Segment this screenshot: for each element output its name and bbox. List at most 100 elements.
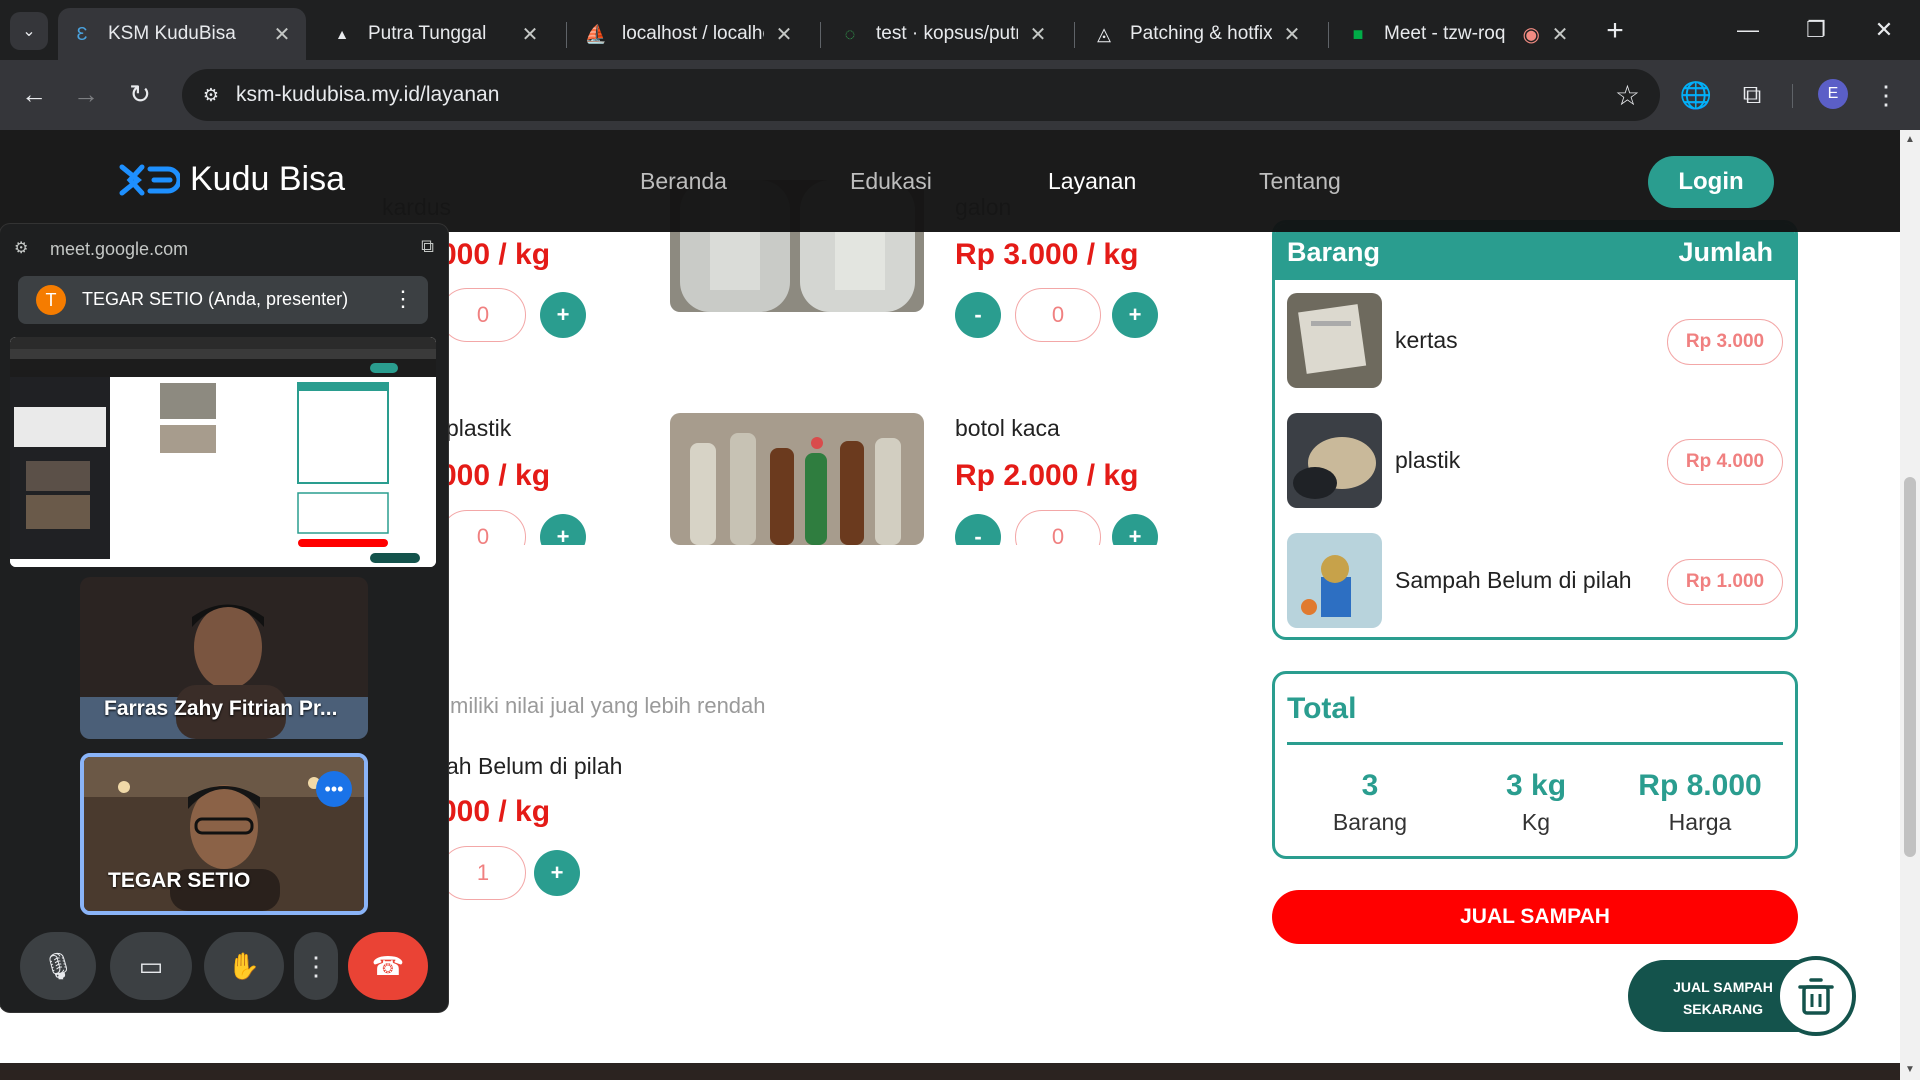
avatar: T xyxy=(36,285,66,315)
drop-favicon-icon: ◬ xyxy=(1097,23,1111,44)
cart-item-image xyxy=(1287,413,1382,508)
cart-item-price: Rp 4.000 xyxy=(1667,439,1783,485)
quantity-value[interactable]: 0 xyxy=(1015,288,1101,342)
tab-meet[interactable]: ■ Meet - tzw-roq ◉ ✕ xyxy=(1334,8,1584,60)
leave-call-button[interactable]: ☎ xyxy=(348,932,428,1000)
back-button[interactable]: ← xyxy=(14,74,54,114)
quantity-stepper: 1 + xyxy=(440,846,590,900)
toolbar-separator xyxy=(1792,84,1793,108)
total-title: Total xyxy=(1287,692,1357,725)
tab-separator xyxy=(1074,22,1075,48)
reload-button[interactable]: ↻ xyxy=(120,74,160,114)
tab-separator xyxy=(1328,22,1329,48)
sell-waste-button[interactable]: JUAL SAMPAH xyxy=(1272,890,1798,944)
camera-icon: ▭ xyxy=(138,950,164,981)
footer-edge xyxy=(0,1063,1900,1080)
profile-avatar[interactable]: E xyxy=(1818,79,1848,109)
forward-button[interactable]: → xyxy=(66,74,106,114)
quantity-value[interactable]: 0 xyxy=(440,288,526,342)
cart-item: Sampah Belum di pilah Rp 1.000 xyxy=(1287,533,1787,629)
more-options-icon[interactable]: ••• xyxy=(316,771,352,807)
site-settings-icon[interactable]: ⚙ xyxy=(198,82,224,108)
microphone-button[interactable]: 🎙 xyxy=(20,932,96,1000)
pip-titlebar: ⚙ meet.google.com ⧉ xyxy=(14,236,434,260)
extensions-icon[interactable]: ⧉ xyxy=(1732,75,1772,115)
quantity-stepper: 0 + xyxy=(440,288,590,342)
nav-tentang[interactable]: Tentang xyxy=(1259,168,1341,195)
product-price: 000 / kg xyxy=(440,238,551,271)
site-logo[interactable]: Kudu Bisa xyxy=(118,160,345,199)
restore-button[interactable]: ❐ xyxy=(1790,10,1842,50)
cart-item-image xyxy=(1287,293,1382,388)
quantity-value[interactable]: 1 xyxy=(440,846,526,900)
close-window-button[interactable]: ✕ xyxy=(1858,10,1910,50)
recording-icon: ◉ xyxy=(1522,23,1540,46)
kudubisa-favicon-icon: Ɛ xyxy=(76,23,88,44)
raise-hand-button[interactable]: ✋ xyxy=(204,932,284,1000)
participant-tile-self[interactable]: ••• TEGAR SETIO xyxy=(80,753,368,915)
vercel-favicon-icon: ▲ xyxy=(335,26,349,42)
decrement-button[interactable]: - xyxy=(955,292,1001,338)
more-vert-icon: ⋮ xyxy=(303,950,329,981)
sell-now-floating-button[interactable]: JUAL SAMPAH SEKARANG xyxy=(1628,956,1856,1036)
close-icon[interactable]: ✕ xyxy=(1548,22,1572,47)
tab-separator xyxy=(566,22,567,48)
product-price: 000 / kg xyxy=(440,795,551,828)
increment-button[interactable]: + xyxy=(1112,292,1158,338)
more-options-icon[interactable]: ⋮ xyxy=(392,286,414,312)
site-settings-icon[interactable]: ⚙ xyxy=(14,238,36,260)
increment-button[interactable]: + xyxy=(534,850,580,896)
back-to-tab-icon[interactable]: ⧉ xyxy=(421,236,434,257)
address-bar[interactable]: ⚙ ksm-kudubisa.my.id/layanan ☆ xyxy=(182,69,1660,121)
menu-kebab-icon[interactable]: ⋮ xyxy=(1866,75,1906,115)
cart-item: plastik Rp 4.000 xyxy=(1287,413,1787,509)
close-icon[interactable]: ✕ xyxy=(518,22,542,47)
divider xyxy=(1287,742,1783,745)
more-options-button[interactable]: ⋮ xyxy=(294,932,338,1000)
camera-button[interactable]: ▭ xyxy=(110,932,192,1000)
close-icon[interactable]: ✕ xyxy=(772,22,796,47)
tab-test-kopsus[interactable]: ◌ test · kopsus/putra ✕ xyxy=(826,8,1062,60)
translate-icon[interactable]: 🌐 xyxy=(1676,75,1716,115)
close-icon[interactable]: ✕ xyxy=(1026,22,1050,47)
product-name: botol kaca xyxy=(955,415,1060,441)
tab-ksm-kudubisa[interactable]: Ɛ KSM KuduBisa ✕ xyxy=(58,8,306,60)
minimize-button[interactable]: — xyxy=(1722,10,1774,50)
tab-localhost[interactable]: ⛵ localhost / localhost ✕ xyxy=(572,8,808,60)
section-clip xyxy=(440,545,1200,585)
participant-tile[interactable]: Farras Zahy Fitrian Pr... xyxy=(80,577,368,739)
chevron-down-icon: ⌄ xyxy=(22,23,36,40)
nav-layanan[interactable]: Layanan xyxy=(1048,168,1136,195)
product-image-botol-kaca xyxy=(670,413,924,545)
scroll-up-icon[interactable]: ▲ xyxy=(1904,134,1916,145)
loading-favicon-icon: ◌ xyxy=(844,23,856,44)
close-icon[interactable]: ✕ xyxy=(270,22,294,47)
total-count: 3 Barang xyxy=(1332,769,1408,835)
cart-panel: Barang Jumlah kertas Rp 3.000 plastik Rp… xyxy=(1272,220,1798,640)
meet-favicon-icon: ■ xyxy=(1352,23,1364,44)
tab-strip: ⌄ Ɛ KSM KuduBisa ✕ ▲ Putra Tunggal ✕ ⛵ l… xyxy=(0,0,1920,60)
increment-button[interactable]: + xyxy=(540,292,586,338)
hang-up-icon: ☎ xyxy=(371,950,405,981)
quantity-stepper: - 0 + xyxy=(955,288,1165,342)
scrollbar-thumb[interactable] xyxy=(1904,477,1916,857)
hand-icon: ✋ xyxy=(227,950,261,981)
tab-search-button[interactable]: ⌄ xyxy=(10,12,48,50)
page-scrollbar[interactable]: ▲ ▼ xyxy=(1900,130,1920,1080)
close-icon[interactable]: ✕ xyxy=(1280,22,1304,47)
nav-edukasi[interactable]: Edukasi xyxy=(850,168,932,195)
bookmark-star-icon[interactable]: ☆ xyxy=(1615,79,1640,112)
tab-patching[interactable]: ◬ Patching & hotfixing ✕ xyxy=(1080,8,1316,60)
meet-pip-window: ⚙ meet.google.com ⧉ T TEGAR SETIO (Anda,… xyxy=(0,224,448,1012)
nav-beranda[interactable]: Beranda xyxy=(640,168,727,195)
cart-item-price: Rp 1.000 xyxy=(1667,559,1783,605)
site-navbar: Kudu Bisa Beranda Edukasi Layanan Tentan… xyxy=(0,130,1900,232)
scroll-down-icon[interactable]: ▼ xyxy=(1904,1064,1916,1075)
login-button[interactable]: Login xyxy=(1648,156,1774,208)
browser-toolbar: ← → ↻ ⚙ ksm-kudubisa.my.id/layanan ☆ 🌐 ⧉… xyxy=(0,60,1920,130)
trash-bin-icon xyxy=(1776,956,1856,1036)
cart-item-price: Rp 3.000 xyxy=(1667,319,1783,365)
product-name: ah Belum di pilah xyxy=(446,753,623,779)
new-tab-button[interactable]: + xyxy=(1598,14,1632,48)
tab-putra-tunggal[interactable]: ▲ Putra Tunggal ✕ xyxy=(318,8,554,60)
